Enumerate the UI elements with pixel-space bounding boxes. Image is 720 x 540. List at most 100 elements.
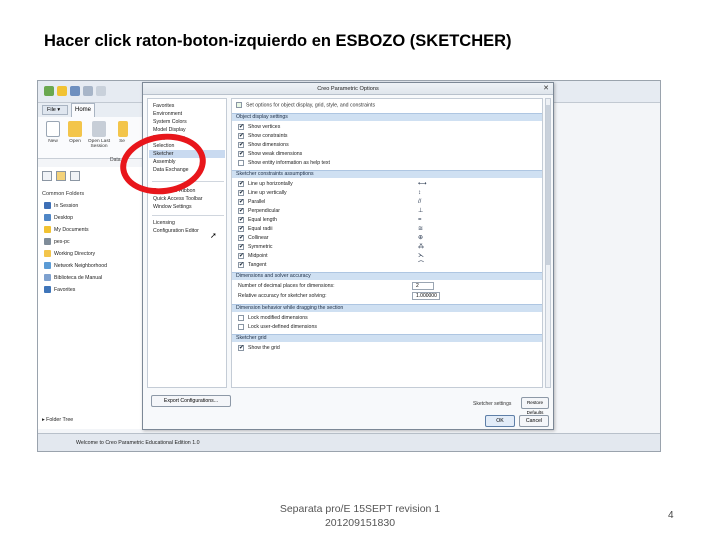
scrollbar-thumb[interactable]	[546, 105, 550, 265]
category-quick-access-toolbar[interactable]: Quick Access Toolbar	[153, 195, 203, 203]
model-tree-icon[interactable]	[42, 171, 52, 181]
checkbox[interactable]	[238, 261, 244, 269]
checkbox[interactable]	[238, 252, 244, 260]
open-last-session-button[interactable]: Open Last Session	[86, 139, 112, 149]
nav-item-library[interactable]: Biblioteca de Manual	[44, 273, 102, 283]
option-label: Show entity information as help text	[248, 160, 330, 166]
app-screenshot: File ▾ Home New Open Open Last Session S…	[37, 80, 661, 452]
sketcher-settings-icon	[236, 102, 242, 108]
midpoint-constraint-icon: ⋋	[418, 253, 424, 259]
relative-accuracy-field[interactable]: 1.000000	[412, 292, 440, 300]
new-icon[interactable]	[44, 86, 54, 96]
folder-tree-toggle[interactable]: ▸ Folder Tree	[42, 417, 73, 423]
nav-item-network[interactable]: Network Neighborhood	[44, 261, 107, 271]
checkbox[interactable]	[238, 344, 244, 352]
category-environment[interactable]: Environment	[153, 110, 182, 118]
checkbox[interactable]	[238, 159, 244, 166]
option-tangent[interactable]: Tangent	[238, 261, 266, 269]
checkbox[interactable]	[238, 323, 244, 330]
section-constraints: Sketcher constraints assumptions	[232, 170, 542, 178]
nav-item-label: Favorites	[54, 287, 76, 293]
close-icon[interactable]: ✕	[543, 84, 549, 94]
folder-browser-icon[interactable]	[56, 171, 66, 181]
nav-item-my-documents[interactable]: My Documents	[44, 225, 89, 235]
star-icon	[44, 286, 51, 294]
option-symmetric[interactable]: Symmetric	[238, 243, 273, 251]
ok-button[interactable]: OK	[485, 415, 515, 427]
home-tab[interactable]: Home	[71, 103, 95, 117]
nav-item-desktop[interactable]: Desktop	[44, 213, 73, 223]
nav-item-label: pes-pc	[54, 239, 70, 245]
select-working-dir-icon[interactable]	[118, 121, 128, 137]
nav-item-in-session[interactable]: In Session	[44, 201, 78, 211]
checkbox[interactable]	[238, 234, 244, 242]
option-line-up-vertically[interactable]: Line up vertically	[238, 189, 287, 197]
open-folder-icon[interactable]	[68, 121, 82, 137]
cancel-button[interactable]: Cancel	[519, 415, 549, 427]
vertical-constraint-icon: ↕	[418, 190, 421, 196]
option-show-weak-dimensions[interactable]: Show weak dimensions	[238, 150, 302, 158]
new-button[interactable]: New	[42, 139, 64, 144]
ribbon-group-label: Data	[110, 157, 121, 163]
option-label: Show weak dimensions	[248, 151, 303, 157]
option-lock-user-dimensions[interactable]: Lock user-defined dimensions	[238, 323, 317, 331]
checkbox[interactable]	[238, 243, 244, 251]
option-perpendicular[interactable]: Perpendicular	[238, 207, 280, 215]
window-icon[interactable]	[83, 86, 93, 96]
open-last-session-icon[interactable]	[92, 121, 106, 137]
checkbox[interactable]	[238, 198, 244, 206]
option-midpoint[interactable]: Midpoint	[238, 252, 268, 260]
export-configurations-button[interactable]: Export Configurations...	[151, 395, 231, 407]
restore-defaults-button[interactable]: Restore Defaults	[521, 397, 549, 415]
section-grid: Sketcher grid	[232, 334, 542, 342]
option-label: Show the grid	[248, 345, 280, 351]
checkbox[interactable]	[238, 314, 244, 321]
decimal-places-field[interactable]: 2	[412, 282, 434, 290]
option-parallel[interactable]: Parallel	[238, 198, 265, 206]
option-show-entity-info[interactable]: Show entity information as help text	[238, 159, 330, 167]
category-licensing[interactable]: Licensing	[153, 219, 175, 227]
checkbox[interactable]	[238, 150, 244, 158]
option-show-grid[interactable]: Show the grid	[238, 344, 280, 352]
category-window-settings[interactable]: Window Settings	[153, 203, 192, 211]
open-button[interactable]: Open	[64, 139, 86, 144]
network-icon	[44, 262, 51, 270]
option-show-dimensions[interactable]: Show dimensions	[238, 141, 289, 149]
checkbox[interactable]	[238, 225, 244, 233]
new-file-icon[interactable]	[46, 121, 60, 137]
option-collinear[interactable]: Collinear	[238, 234, 268, 242]
category-favorites[interactable]: Favorites	[153, 102, 174, 110]
option-label: Lock user-defined dimensions	[248, 324, 317, 330]
checkbox[interactable]	[238, 207, 244, 215]
checkbox[interactable]	[238, 141, 244, 149]
nav-item-favorites[interactable]: Favorites	[44, 285, 75, 295]
checkbox[interactable]	[238, 180, 244, 188]
nav-item-label: Working Directory	[54, 251, 96, 257]
nav-item-label: Network Neighborhood	[54, 263, 108, 269]
checkbox[interactable]	[238, 189, 244, 197]
checkbox[interactable]	[238, 216, 244, 224]
option-lock-modified-dimensions[interactable]: Lock modified dimensions	[238, 314, 308, 322]
option-line-up-horizontally[interactable]: Line up horizontally	[238, 180, 293, 188]
select-working-dir-button[interactable]: Se	[114, 139, 130, 144]
option-equal-radii[interactable]: Equal radii	[238, 225, 273, 233]
chevron-down-icon[interactable]	[96, 86, 106, 96]
checkbox[interactable]	[238, 132, 244, 140]
option-label: Symmetric	[248, 244, 273, 250]
section-object-display: Object display settings	[232, 113, 542, 121]
favorites-icon[interactable]	[70, 171, 80, 181]
nav-item-computer[interactable]: pes-pc	[44, 237, 70, 247]
file-tab[interactable]: File ▾	[42, 105, 68, 115]
ribbon-tabs: File ▾ Home	[38, 103, 148, 117]
save-icon[interactable]	[70, 86, 80, 96]
open-icon[interactable]	[57, 86, 67, 96]
option-show-constraints[interactable]: Show constraints	[238, 132, 288, 140]
settings-scrollbar[interactable]	[545, 98, 551, 388]
nav-item-working-directory[interactable]: Working Directory	[44, 249, 95, 259]
category-configuration-editor[interactable]: Configuration Editor	[153, 227, 199, 235]
category-system-colors[interactable]: System Colors	[153, 118, 187, 126]
checkbox[interactable]	[238, 123, 244, 131]
dialog-title: Creo Parametric Options	[143, 83, 553, 95]
option-show-vertices[interactable]: Show vertices	[238, 123, 280, 131]
option-equal-length[interactable]: Equal length	[238, 216, 277, 224]
